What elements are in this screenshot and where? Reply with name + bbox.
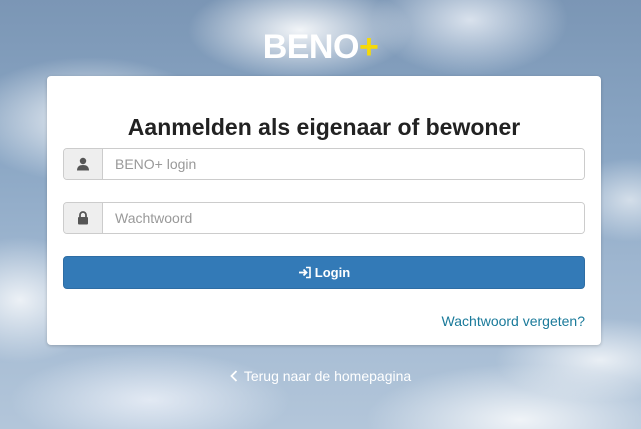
sign-in-icon — [298, 266, 311, 279]
login-input-group — [63, 148, 585, 180]
back-to-home-link[interactable]: Terug naar de homepagina — [0, 368, 641, 384]
login-card: Aanmelden als eigenaar of bewoner Login … — [47, 76, 601, 345]
brand-name: BENO — [262, 28, 360, 66]
brand-plus: + — [358, 28, 379, 66]
chevron-left-icon — [230, 370, 237, 382]
page-title: Aanmelden als eigenaar of bewoner — [127, 114, 521, 140]
forgot-password-link[interactable]: Wachtwoord vergeten? — [442, 313, 585, 329]
brand-logo: BENO+ — [0, 28, 641, 67]
user-icon — [64, 149, 103, 179]
login-button[interactable]: Login — [63, 256, 585, 289]
password-input[interactable] — [103, 203, 584, 233]
login-button-label: Login — [314, 265, 351, 280]
password-input-group — [63, 202, 585, 234]
lock-icon — [64, 203, 103, 233]
back-link-label: Terug naar de homepagina — [243, 368, 412, 384]
login-input[interactable] — [103, 149, 584, 179]
